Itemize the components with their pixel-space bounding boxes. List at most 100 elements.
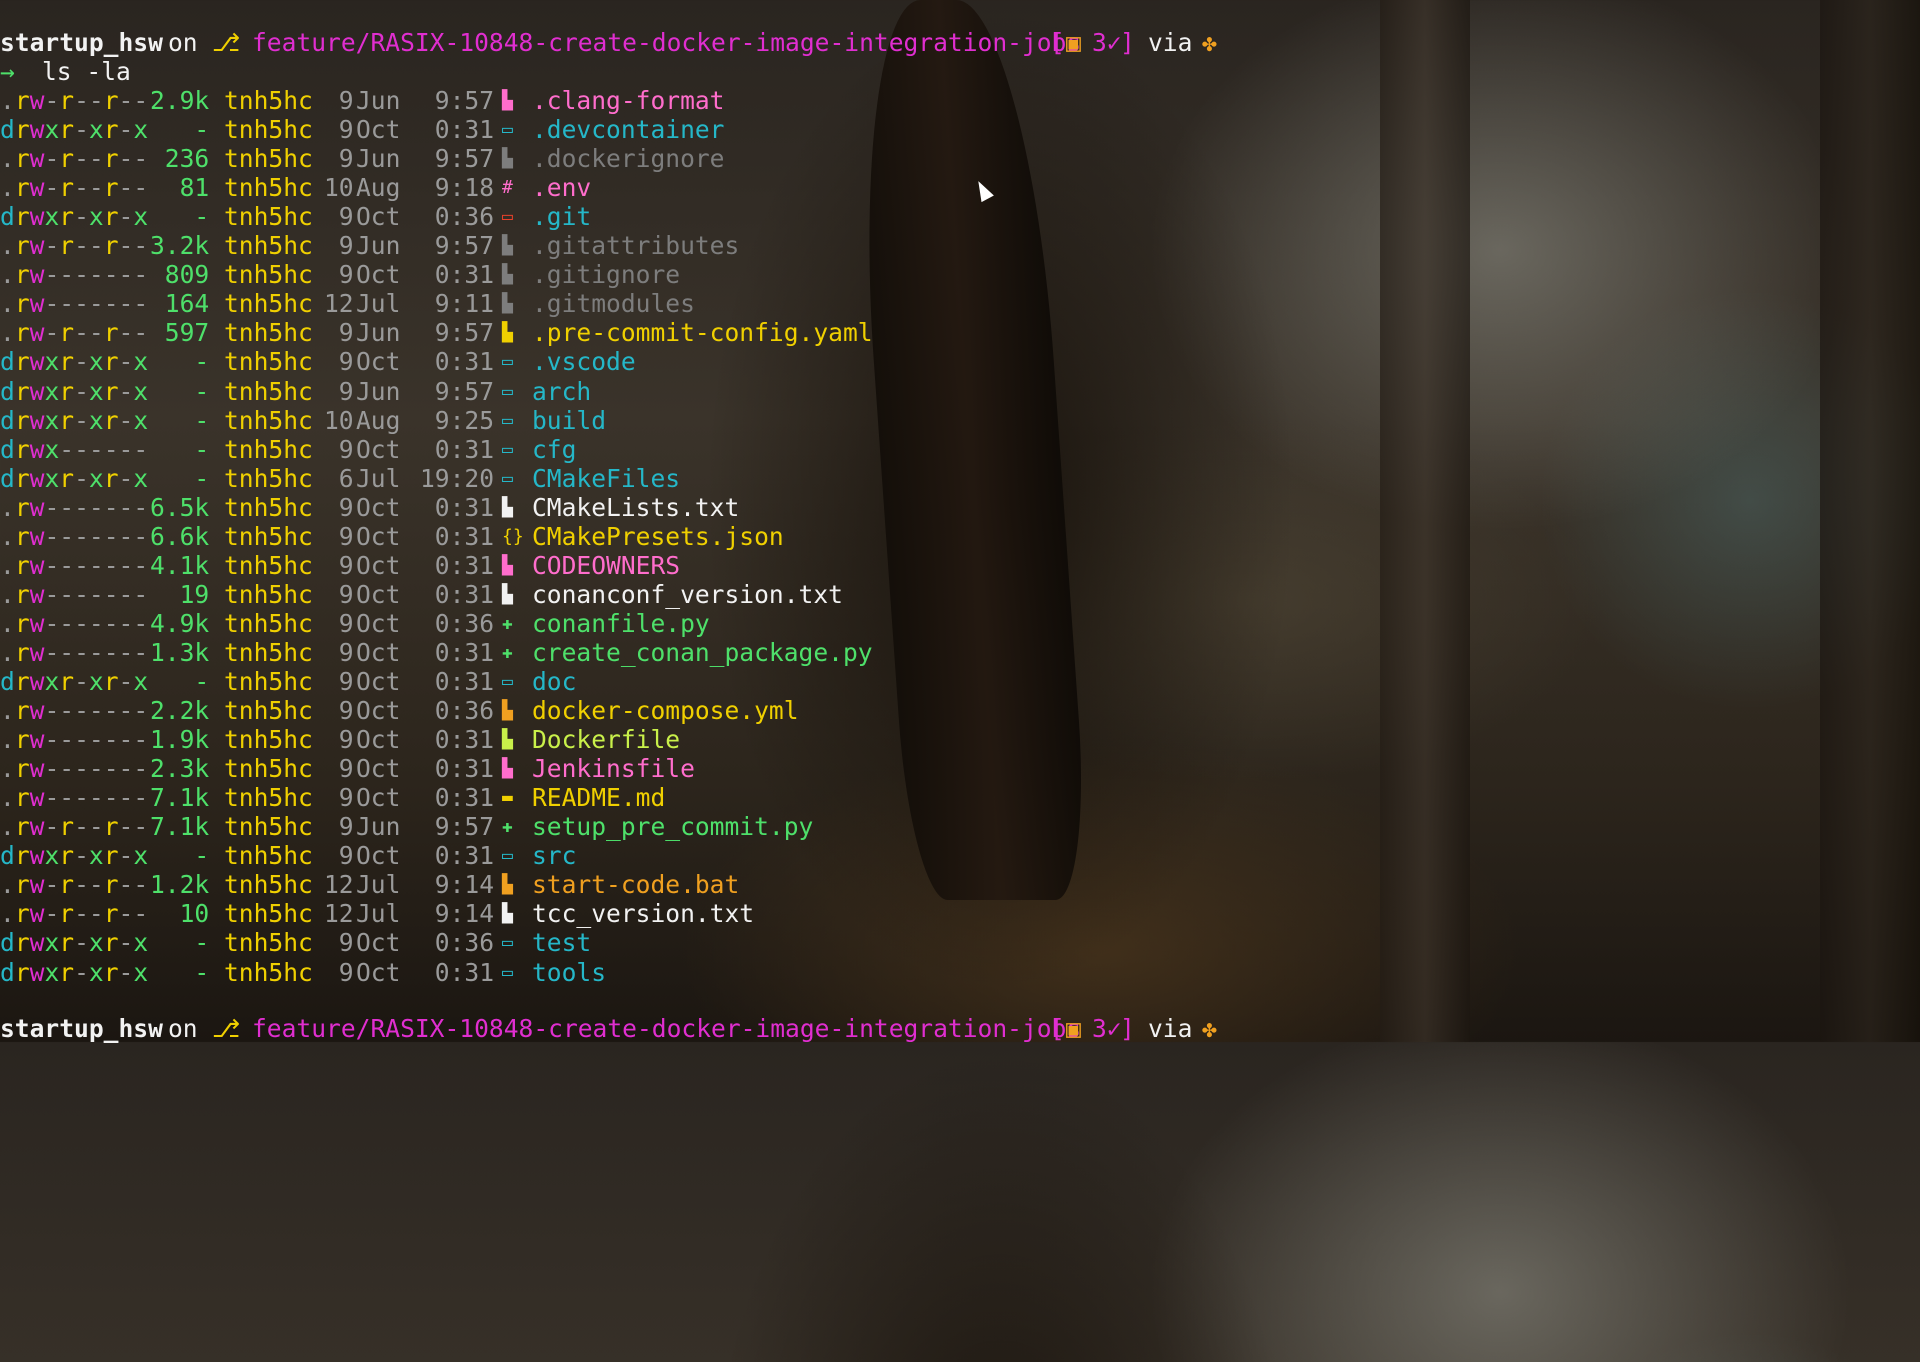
file-date-day: 9 (324, 579, 354, 609)
file-name[interactable]: .vscode (532, 347, 636, 376)
permissions: drwxr-xr-x (0, 347, 149, 377)
file-name[interactable]: .gitattributes (532, 231, 739, 260)
file-size: - (150, 463, 210, 493)
file-name[interactable]: cfg (532, 435, 576, 464)
file-size: 597 (150, 318, 210, 348)
file-date-month: Jun (356, 231, 401, 261)
command-line: → ls -la (0, 57, 131, 86)
file-time: 0:31 (420, 783, 495, 813)
file-owner: tnh5hc (224, 347, 313, 377)
file-name[interactable]: arch (532, 377, 591, 406)
file-name[interactable]: create_conan_package.py (532, 638, 873, 667)
file-time: 0:31 (420, 550, 495, 580)
permissions: drwxr-xr-x (0, 841, 149, 871)
file-name[interactable]: conanconf_version.txt (532, 580, 843, 609)
file-time: 9:18 (420, 173, 495, 203)
file-name[interactable]: .git (532, 202, 591, 231)
file-time: 9:57 (420, 231, 495, 261)
file-owner: tnh5hc (224, 405, 313, 435)
file-date-day: 10 (324, 405, 354, 435)
file-name[interactable]: CMakePresets.json (532, 522, 784, 551)
file-size: 81 (150, 173, 210, 203)
prompt-on: on (168, 28, 198, 57)
file-date-day: 6 (324, 463, 354, 493)
prompt-directory: startup_hsw (0, 28, 163, 57)
permissions: .rw------- (0, 696, 149, 726)
file-time: 0:31 (420, 754, 495, 784)
file-date-month: Oct (356, 841, 401, 871)
file-size: 2.2k (150, 696, 210, 726)
file-date-month: Jun (356, 318, 401, 348)
file-name[interactable]: README.md (532, 783, 665, 812)
file-size: - (150, 434, 210, 464)
hash-icon: # (502, 177, 513, 199)
git-status-close: ] (1120, 28, 1135, 57)
terminal-window[interactable]: startup_hsw on ⎇ feature/RASIX-10848-cre… (0, 0, 1920, 1043)
file-owner: tnh5hc (224, 696, 313, 726)
file-size: 164 (150, 289, 210, 319)
file-name[interactable]: .env (532, 173, 591, 202)
file-name[interactable]: CMakeLists.txt (532, 493, 739, 522)
file-name[interactable]: CODEOWNERS (532, 551, 680, 580)
permissions: drwxr-xr-x (0, 957, 149, 987)
file-owner: tnh5hc (224, 579, 313, 609)
file-name[interactable]: src (532, 841, 576, 870)
file-date-day: 9 (324, 637, 354, 667)
file-owner: tnh5hc (224, 550, 313, 580)
folder-icon: ▭ (502, 438, 513, 460)
python-icon: ✚ (502, 641, 513, 663)
file-name[interactable]: .devcontainer (532, 115, 725, 144)
file-name[interactable]: doc (532, 667, 576, 696)
file-name[interactable]: .pre-commit-config.yaml (532, 318, 873, 347)
file-date-month: Oct (356, 347, 401, 377)
file-name[interactable]: tools (532, 958, 606, 987)
file-size: - (150, 667, 210, 696)
file-name[interactable]: .clang-format (532, 86, 725, 115)
command-text: ls -la (42, 57, 131, 86)
file-icon: ▙ (502, 583, 513, 605)
file-size: 3.2k (150, 231, 210, 261)
file-name[interactable]: setup_pre_commit.py (532, 812, 813, 841)
file-date-month: Jul (356, 463, 401, 493)
file-name[interactable]: Dockerfile (532, 725, 680, 754)
file-date-day: 9 (324, 957, 354, 987)
file-owner: tnh5hc (224, 115, 313, 145)
file-name[interactable]: Jenkinsfile (532, 754, 695, 783)
file-name[interactable]: test (532, 928, 591, 957)
file-name[interactable]: tcc_version.txt (532, 899, 754, 928)
permissions: .rw------- (0, 637, 149, 667)
file-date-day: 12 (324, 899, 354, 929)
file-icon: ▙ (502, 729, 513, 751)
permissions: .rw-r--r-- (0, 144, 149, 174)
file-date-month: Jul (356, 289, 401, 319)
file-date-day: 9 (324, 754, 354, 784)
file-name[interactable]: .gitignore (532, 260, 680, 289)
permissions: .rw------- (0, 579, 149, 609)
file-owner: tnh5hc (224, 144, 313, 174)
file-time: 0:31 (420, 579, 495, 609)
file-icon: ▙ (502, 148, 513, 170)
file-date-day: 9 (324, 376, 354, 406)
git-branch-icon: ⎇ (212, 1014, 241, 1043)
file-time: 9:14 (420, 870, 495, 900)
file-name[interactable]: docker-compose.yml (532, 696, 799, 725)
file-date-month: Oct (356, 928, 401, 958)
file-time: 0:31 (420, 725, 495, 755)
file-name[interactable]: .gitmodules (532, 289, 695, 318)
permissions: .rw------- (0, 260, 149, 290)
permissions: .rw------- (0, 492, 149, 522)
file-name[interactable]: start-code.bat (532, 870, 739, 899)
file-date-month: Oct (356, 754, 401, 784)
file-date-month: Jun (356, 144, 401, 174)
git-status-close: ] (1120, 1014, 1135, 1043)
file-name[interactable]: .dockerignore (532, 144, 725, 173)
file-owner: tnh5hc (224, 608, 313, 638)
permissions: drwxr-xr-x (0, 463, 149, 493)
file-size: 7.1k (150, 783, 210, 813)
file-size: 2.3k (150, 754, 210, 784)
file-name[interactable]: conanfile.py (532, 609, 710, 638)
file-name[interactable]: build (532, 406, 606, 435)
file-name[interactable]: CMakeFiles (532, 464, 680, 493)
file-date-day: 9 (324, 928, 354, 958)
file-date-day: 9 (324, 115, 354, 145)
